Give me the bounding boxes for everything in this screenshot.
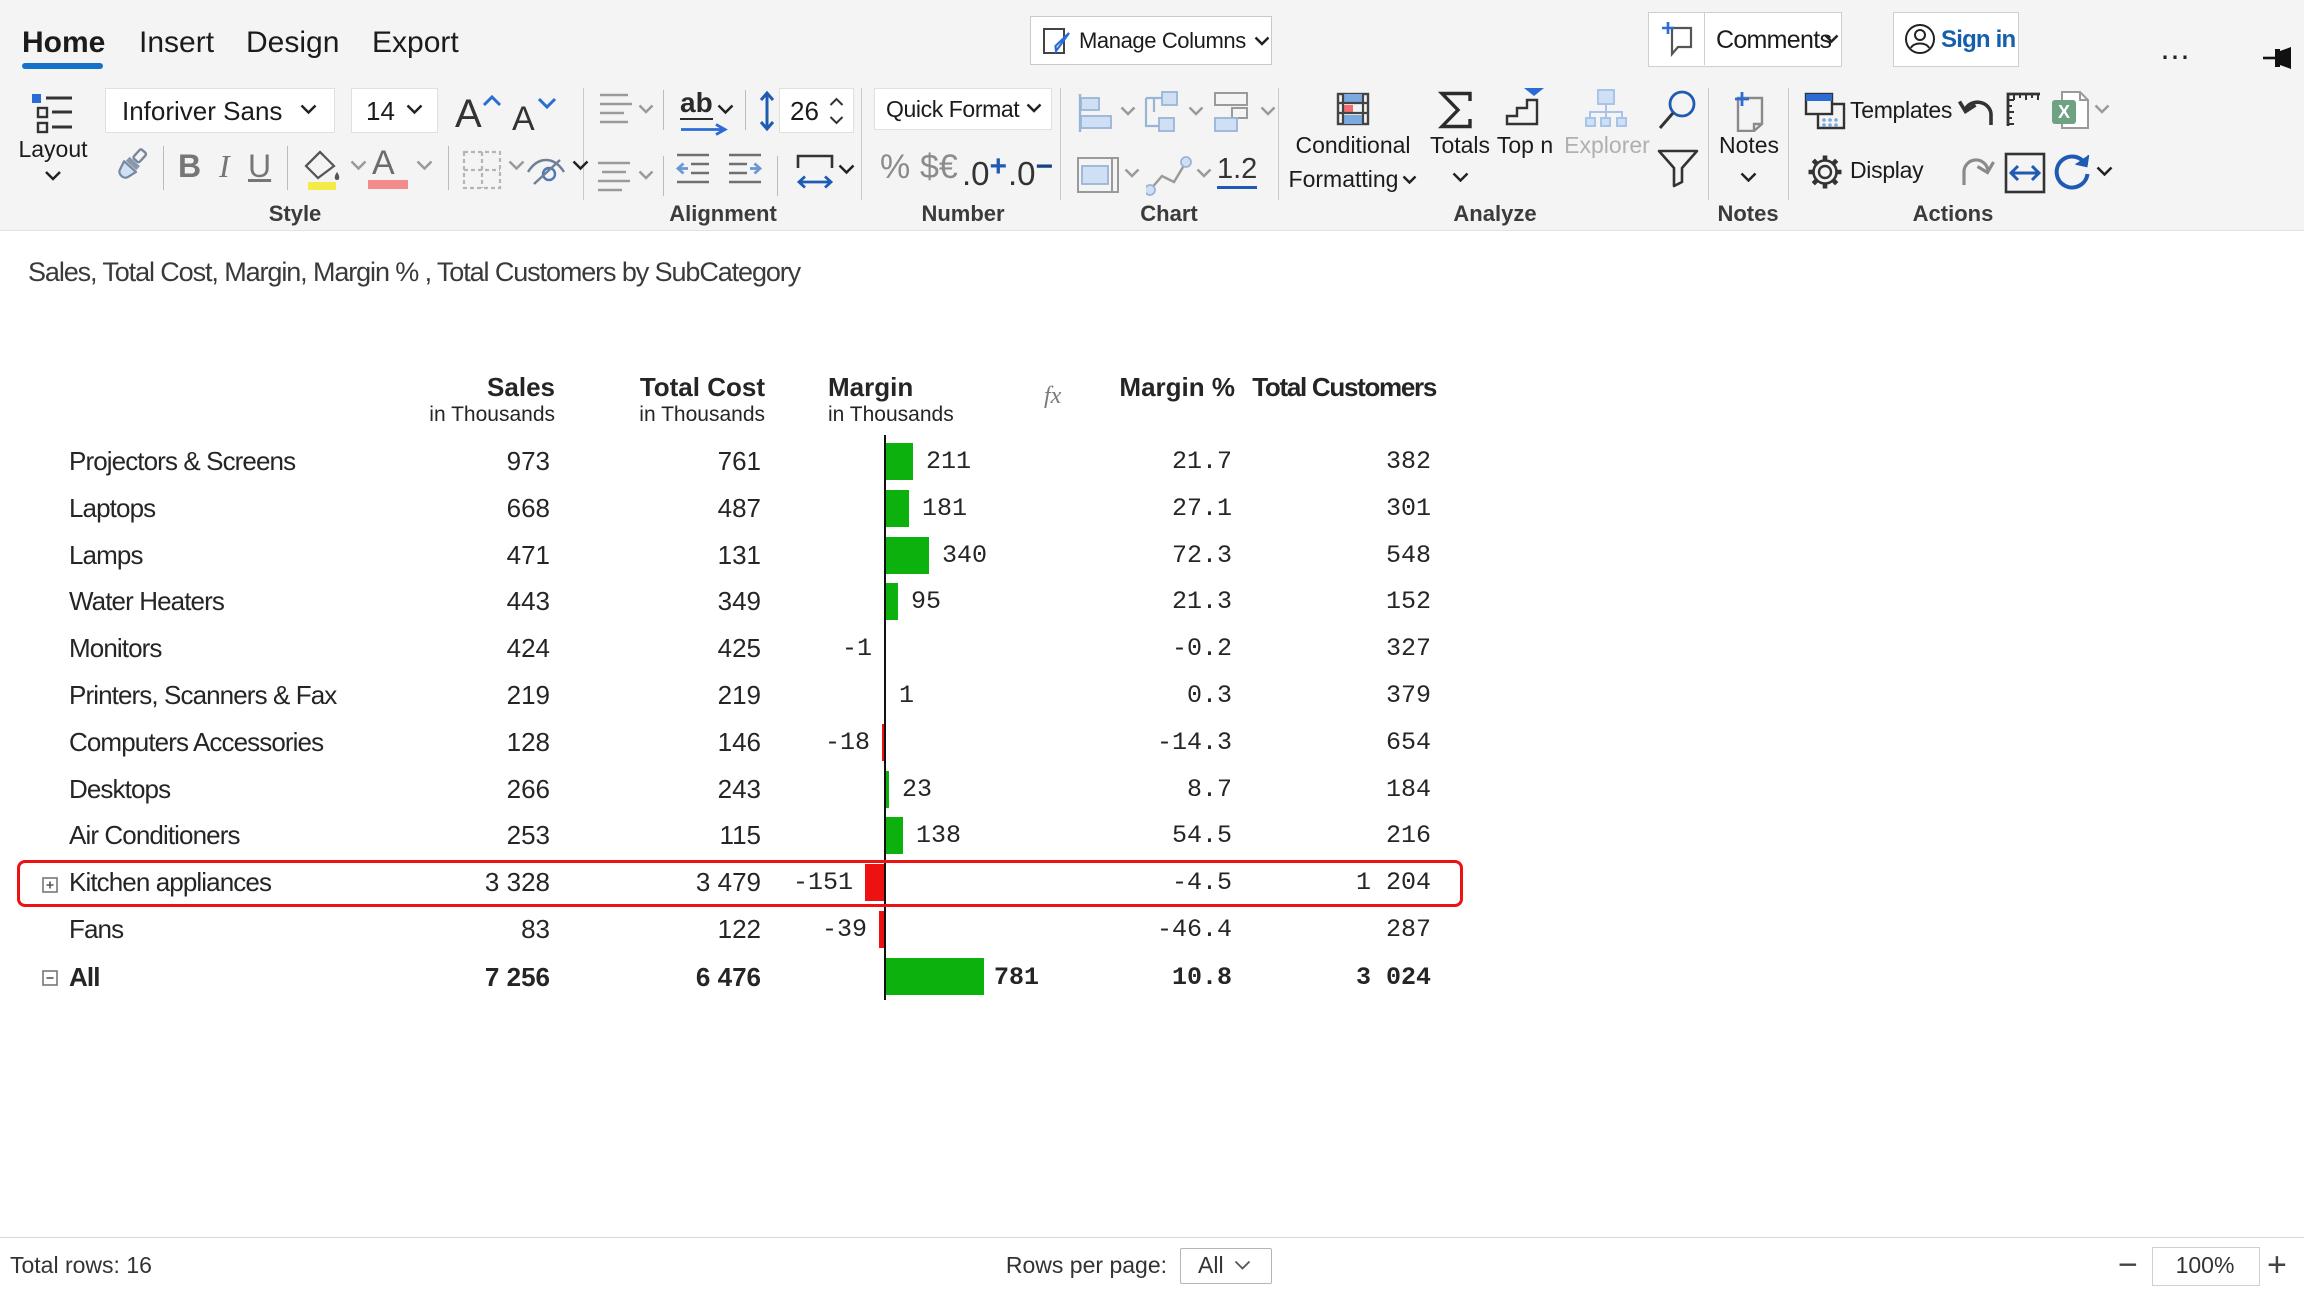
svg-text:X: X xyxy=(2058,102,2070,122)
